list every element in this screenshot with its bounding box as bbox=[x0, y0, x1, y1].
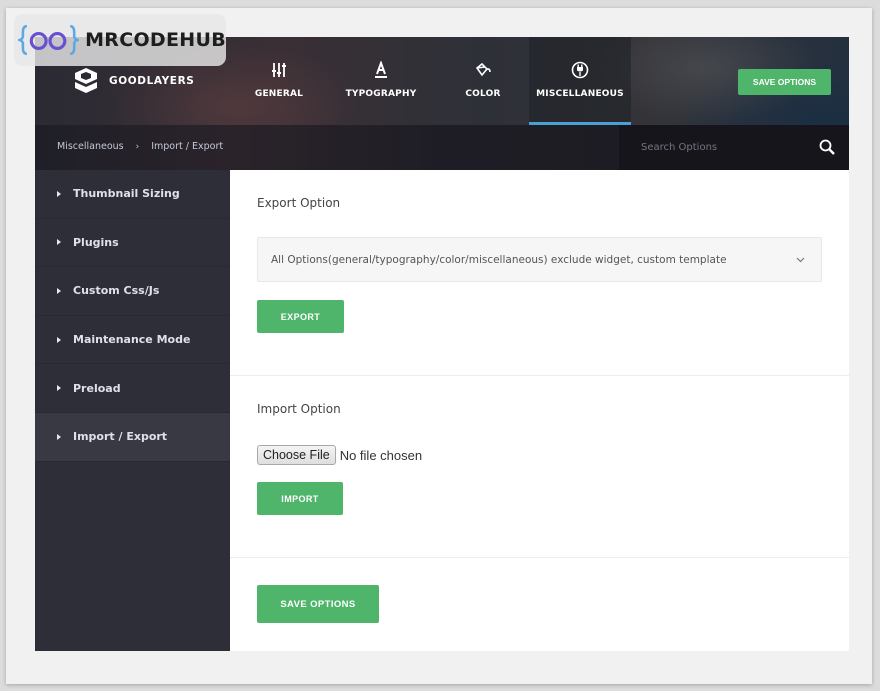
tab-label: GENERAL bbox=[254, 89, 304, 99]
watermark-text: MRCODEHUB bbox=[85, 29, 226, 51]
sub-header-bar: Miscellaneous › Import / Export bbox=[35, 125, 849, 170]
save-options-footer-button[interactable]: SAVE OPTIONS bbox=[257, 585, 379, 623]
sidebar-item-maintenance-mode[interactable]: Maintenance Mode bbox=[35, 316, 230, 365]
sidebar-item-label: Maintenance Mode bbox=[73, 333, 191, 347]
file-input: Choose File No file chosen bbox=[257, 445, 422, 465]
watermark: MRCODEHUB bbox=[14, 14, 226, 66]
tab-label: TYPOGRAPHY bbox=[345, 89, 417, 99]
caret-right-icon bbox=[57, 190, 61, 197]
sidebar-item-label: Custom Css/Js bbox=[73, 284, 160, 298]
caret-right-icon bbox=[57, 385, 61, 392]
sidebar-item-thumbnail-sizing[interactable]: Thumbnail Sizing bbox=[35, 170, 230, 219]
main-nav: GENERAL TYPOGRAPHY COLOR MISCELLANEOUS bbox=[233, 37, 631, 125]
sidebar-item-label: Import / Export bbox=[73, 430, 168, 444]
brand-name: GOODLAYERS bbox=[109, 75, 195, 87]
caret-right-icon bbox=[57, 239, 61, 246]
sidebar-item-label: Plugins bbox=[73, 235, 119, 249]
export-button[interactable]: EXPORT bbox=[257, 300, 344, 333]
font-icon bbox=[375, 61, 387, 78]
breadcrumb-item-miscellaneous[interactable]: Miscellaneous bbox=[57, 141, 124, 152]
code-braces-icon bbox=[18, 24, 80, 56]
caret-right-icon bbox=[57, 336, 61, 343]
search-input[interactable] bbox=[641, 142, 801, 153]
import-button[interactable]: IMPORT bbox=[257, 482, 343, 515]
file-status: No file chosen bbox=[339, 447, 423, 463]
tab-miscellaneous[interactable]: MISCELLANEOUS bbox=[529, 37, 631, 125]
breadcrumb: Miscellaneous › Import / Export bbox=[57, 141, 223, 152]
save-options-header-button[interactable]: SAVE OPTIONS bbox=[738, 69, 831, 95]
search-box bbox=[619, 125, 849, 170]
tab-general[interactable]: GENERAL bbox=[233, 37, 325, 125]
import-title: Import Option bbox=[257, 402, 341, 416]
goodlayers-logo-icon bbox=[75, 68, 97, 93]
breadcrumb-separator: › bbox=[135, 141, 140, 152]
plug-icon bbox=[571, 61, 589, 79]
tab-label: COLOR bbox=[465, 89, 501, 99]
sidebar-item-import-export[interactable]: Import / Export bbox=[35, 412, 230, 462]
sidebar-item-label: Thumbnail Sizing bbox=[73, 187, 180, 201]
sliders-icon bbox=[272, 63, 286, 77]
sidebar-item-label: Preload bbox=[73, 381, 121, 395]
tab-typography[interactable]: TYPOGRAPHY bbox=[325, 37, 437, 125]
search-icon[interactable] bbox=[819, 139, 835, 155]
sidebar-item-custom-css-js[interactable]: Custom Css/Js bbox=[35, 267, 230, 316]
caret-right-icon bbox=[57, 287, 61, 294]
export-title: Export Option bbox=[257, 196, 341, 210]
import-section: Import Option bbox=[230, 376, 849, 558]
export-option-selected: All Options(general/typography/color/mis… bbox=[271, 253, 727, 266]
tab-color[interactable]: COLOR bbox=[437, 37, 529, 125]
tab-label: MISCELLANEOUS bbox=[536, 89, 624, 99]
export-section: Export Option All Options(general/typogr… bbox=[230, 170, 849, 376]
breadcrumb-item-import-export: Import / Export bbox=[151, 141, 224, 152]
brand-logo: GOODLAYERS bbox=[73, 67, 194, 95]
chevron-down-icon bbox=[796, 257, 805, 263]
paint-bucket-icon bbox=[475, 62, 491, 77]
sidebar-item-plugins[interactable]: Plugins bbox=[35, 219, 230, 268]
sidebar: Thumbnail Sizing Plugins Custom Css/Js M… bbox=[35, 170, 230, 651]
sidebar-item-preload[interactable]: Preload bbox=[35, 364, 230, 413]
main-content: Export Option All Options(general/typogr… bbox=[230, 170, 849, 651]
options-panel: GOODLAYERS GENERAL TYPOGRAPHY COLOR MISC… bbox=[35, 37, 849, 651]
export-option-select[interactable]: All Options(general/typography/color/mis… bbox=[257, 237, 822, 282]
choose-file-button[interactable]: Choose File bbox=[257, 445, 336, 465]
caret-right-icon bbox=[57, 433, 61, 440]
